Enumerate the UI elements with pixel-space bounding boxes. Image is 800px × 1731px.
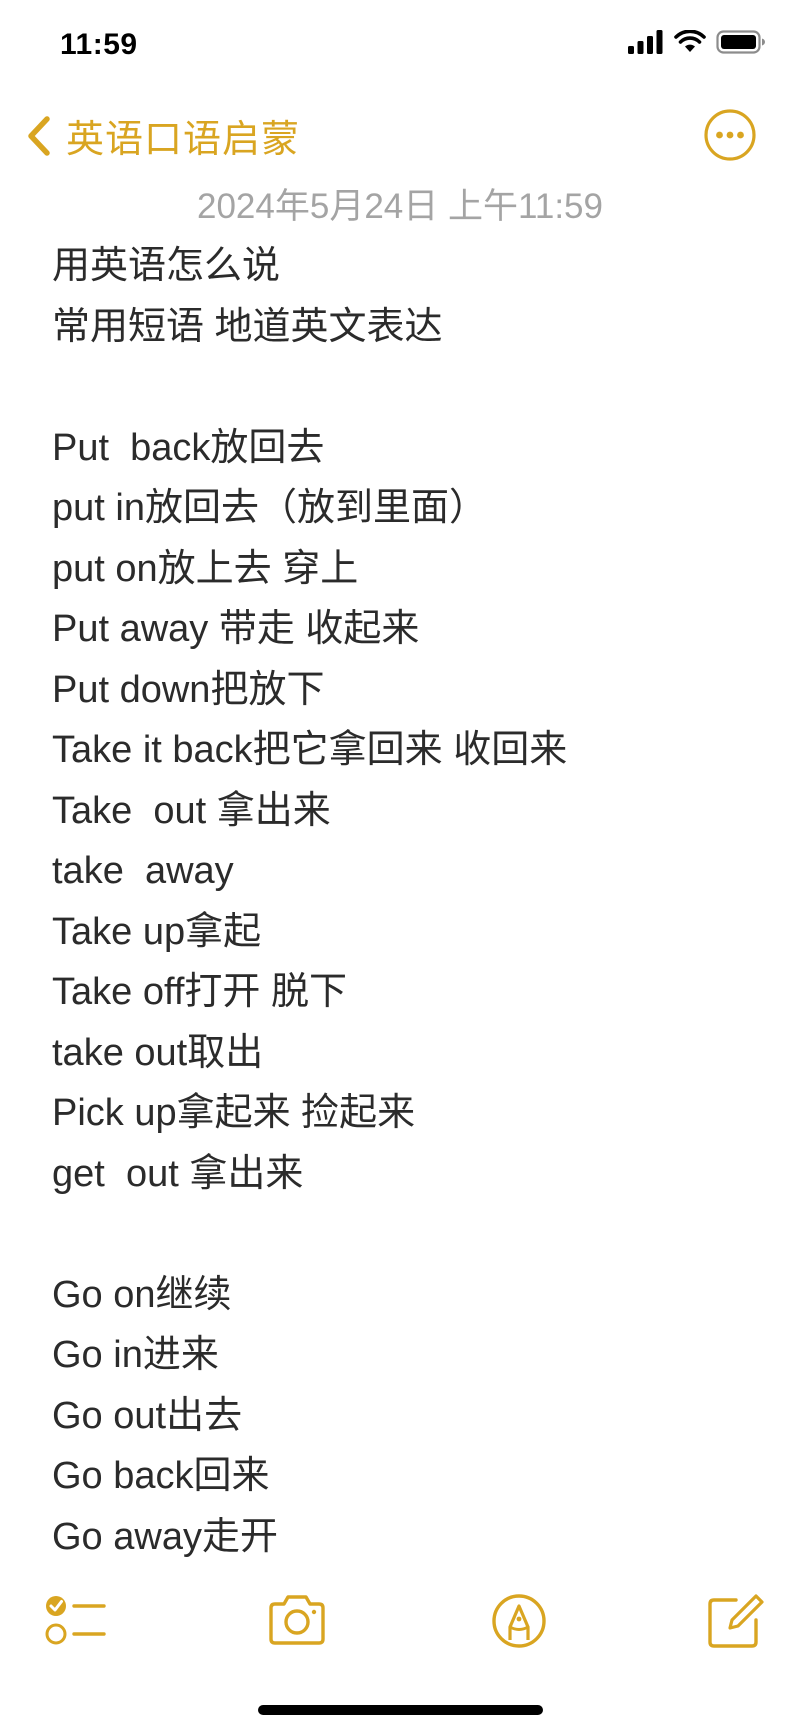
note-body[interactable]: 用英语怎么说常用短语 地道英文表达 Put back放回去 put in放回去（放到… <box>52 236 772 1567</box>
wifi-icon <box>674 30 706 52</box>
back-button[interactable]: 英语口语启蒙 <box>22 108 300 163</box>
chevron-left-icon <box>28 115 50 156</box>
note-line: Go on继续 <box>52 1273 232 1316</box>
note-line: get out 拿出来 <box>52 1152 304 1195</box>
battery-icon <box>716 30 765 54</box>
status-bar: 11:59 <box>0 0 800 100</box>
note-blank-line <box>52 1204 772 1265</box>
markup-pen-icon[interactable] <box>484 1586 554 1656</box>
status-icons <box>628 30 766 54</box>
note-blank-line <box>52 357 772 418</box>
nav-bar: 英语口语启蒙 <box>0 100 800 170</box>
note-line: Take it back把它拿回来 收回来 <box>52 729 568 771</box>
note-date: 2024年5月24日 上午11:59 <box>197 187 603 226</box>
note-line: Go out出去 <box>52 1394 243 1437</box>
note-line: Take off打开 脱下 <box>52 971 347 1013</box>
note-line: Put away 带走 收起来 <box>52 608 420 650</box>
note-line: Put back放回去 <box>52 426 325 469</box>
note-line: take away <box>52 850 234 892</box>
ellipsis-circle-icon[interactable] <box>703 108 757 162</box>
notes-screen: 11:59 英语口语启蒙 2024年5月24日 上午11:59 用英语怎么说 常… <box>0 0 800 1731</box>
compose-icon[interactable] <box>700 1586 770 1656</box>
note-line: 用英语怎么说 <box>52 245 281 287</box>
note-line: Put down把放下 <box>52 668 325 711</box>
bottom-toolbar <box>0 1586 800 1656</box>
home-indicator <box>258 1705 543 1715</box>
note-line: Go away走开 <box>52 1515 278 1558</box>
note-line: put on放上去 穿上 <box>52 547 359 590</box>
note-line: Take up拿起 <box>52 910 262 953</box>
camera-icon[interactable] <box>262 1586 332 1656</box>
note-line: 常用短语 地道英文表达 <box>52 305 443 348</box>
status-time: 11:59 <box>60 28 138 61</box>
note-line: Pick up拿起来 捡起来 <box>52 1092 416 1134</box>
note-line: put in放回去（放到里面） <box>52 487 487 529</box>
note-line: Take out 拿出来 <box>52 789 331 832</box>
note-line: Go back回来 <box>52 1455 270 1497</box>
checklist-icon[interactable] <box>40 1586 110 1656</box>
cellular-signal-icon <box>628 30 663 54</box>
note-line: take out取出 <box>52 1031 264 1074</box>
back-label: 英语口语启蒙 <box>66 117 301 161</box>
note-line: Go in进来 <box>52 1334 219 1376</box>
